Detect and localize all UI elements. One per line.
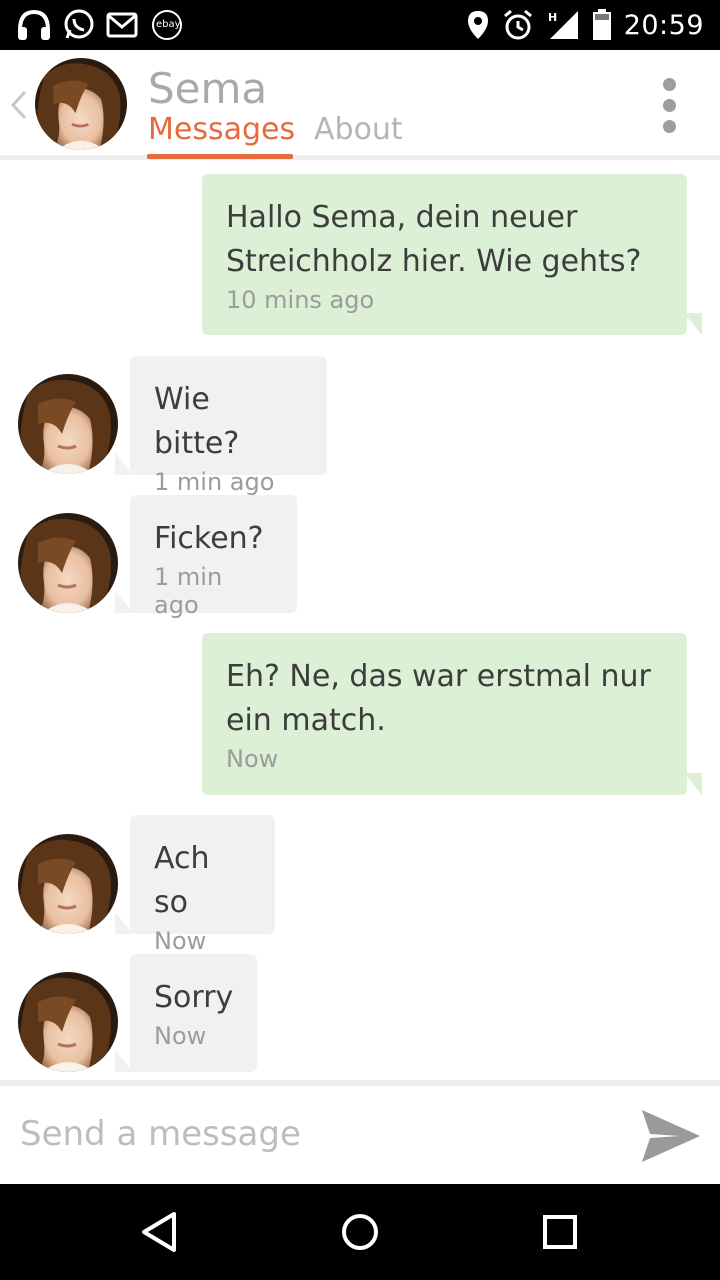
message-time: Now <box>154 1022 207 1050</box>
back-icon[interactable] <box>136 1208 184 1256</box>
message-bubble[interactable]: Wie bitte? 1 min ago <box>130 356 327 496</box>
sender-avatar[interactable] <box>18 513 118 613</box>
location-icon <box>466 9 490 41</box>
alarm-icon <box>502 9 534 41</box>
message-list[interactable]: Hallo Sema, dein neuer Streichholz hier.… <box>0 160 720 1080</box>
message-bubble[interactable]: Sorry Now <box>130 954 257 1072</box>
whatsapp-icon <box>62 8 96 42</box>
svg-text:ebay: ebay <box>156 19 181 30</box>
bubble-tail <box>684 313 702 335</box>
send-icon[interactable] <box>640 1106 702 1166</box>
svg-text:H: H <box>548 11 557 24</box>
message-text: Ach so <box>154 841 210 920</box>
battery-icon <box>592 9 612 41</box>
tab-about[interactable]: About <box>314 112 403 147</box>
ebay-kleinanzeigen-icon: ebay <box>148 10 186 40</box>
message-text: Ficken? <box>154 521 264 556</box>
message-text: Sorry <box>154 980 234 1015</box>
sender-avatar[interactable] <box>18 834 118 934</box>
tab-messages[interactable]: Messages <box>148 112 295 147</box>
headphones-icon <box>16 8 52 42</box>
message-bubble[interactable]: Hallo Sema, dein neuer Streichholz hier.… <box>202 174 687 335</box>
back-chevron-icon[interactable] <box>8 88 30 122</box>
contact-name: Sema <box>148 64 268 113</box>
signal-h-icon: H <box>546 9 580 41</box>
message-text: Wie bitte? <box>154 382 240 461</box>
system-nav-bar <box>0 1184 720 1280</box>
sender-avatar[interactable] <box>18 374 118 474</box>
message-input[interactable] <box>20 1102 600 1166</box>
header-avatar[interactable] <box>35 58 127 150</box>
message-time: Now <box>154 927 207 955</box>
message-time: Now <box>226 745 279 773</box>
message-bubble[interactable]: Ach so Now <box>130 815 275 955</box>
message-text: Hallo Sema, dein neuer Streichholz hier.… <box>226 200 642 279</box>
chat-header: Sema Messages About <box>0 50 720 160</box>
active-tab-indicator <box>147 154 293 159</box>
recents-icon[interactable] <box>536 1208 584 1256</box>
message-bubble[interactable]: Ficken? 1 min ago <box>130 495 297 619</box>
status-clock: 20:59 <box>623 9 704 41</box>
message-time: 10 mins ago <box>226 286 375 314</box>
sender-avatar[interactable] <box>18 972 118 1072</box>
message-bubble[interactable]: Eh? Ne, das war erstmal nur ein match. N… <box>202 633 687 795</box>
status-bar: ebay H 20:59 <box>0 0 720 50</box>
home-icon[interactable] <box>336 1208 384 1256</box>
gmail-icon <box>106 12 138 38</box>
message-text: Eh? Ne, das war erstmal nur ein match. <box>226 659 651 738</box>
message-time: 1 min ago <box>154 563 223 619</box>
message-time: 1 min ago <box>154 468 275 496</box>
message-composer <box>0 1080 720 1184</box>
overflow-menu-icon[interactable] <box>656 78 684 134</box>
bubble-tail <box>684 773 702 795</box>
